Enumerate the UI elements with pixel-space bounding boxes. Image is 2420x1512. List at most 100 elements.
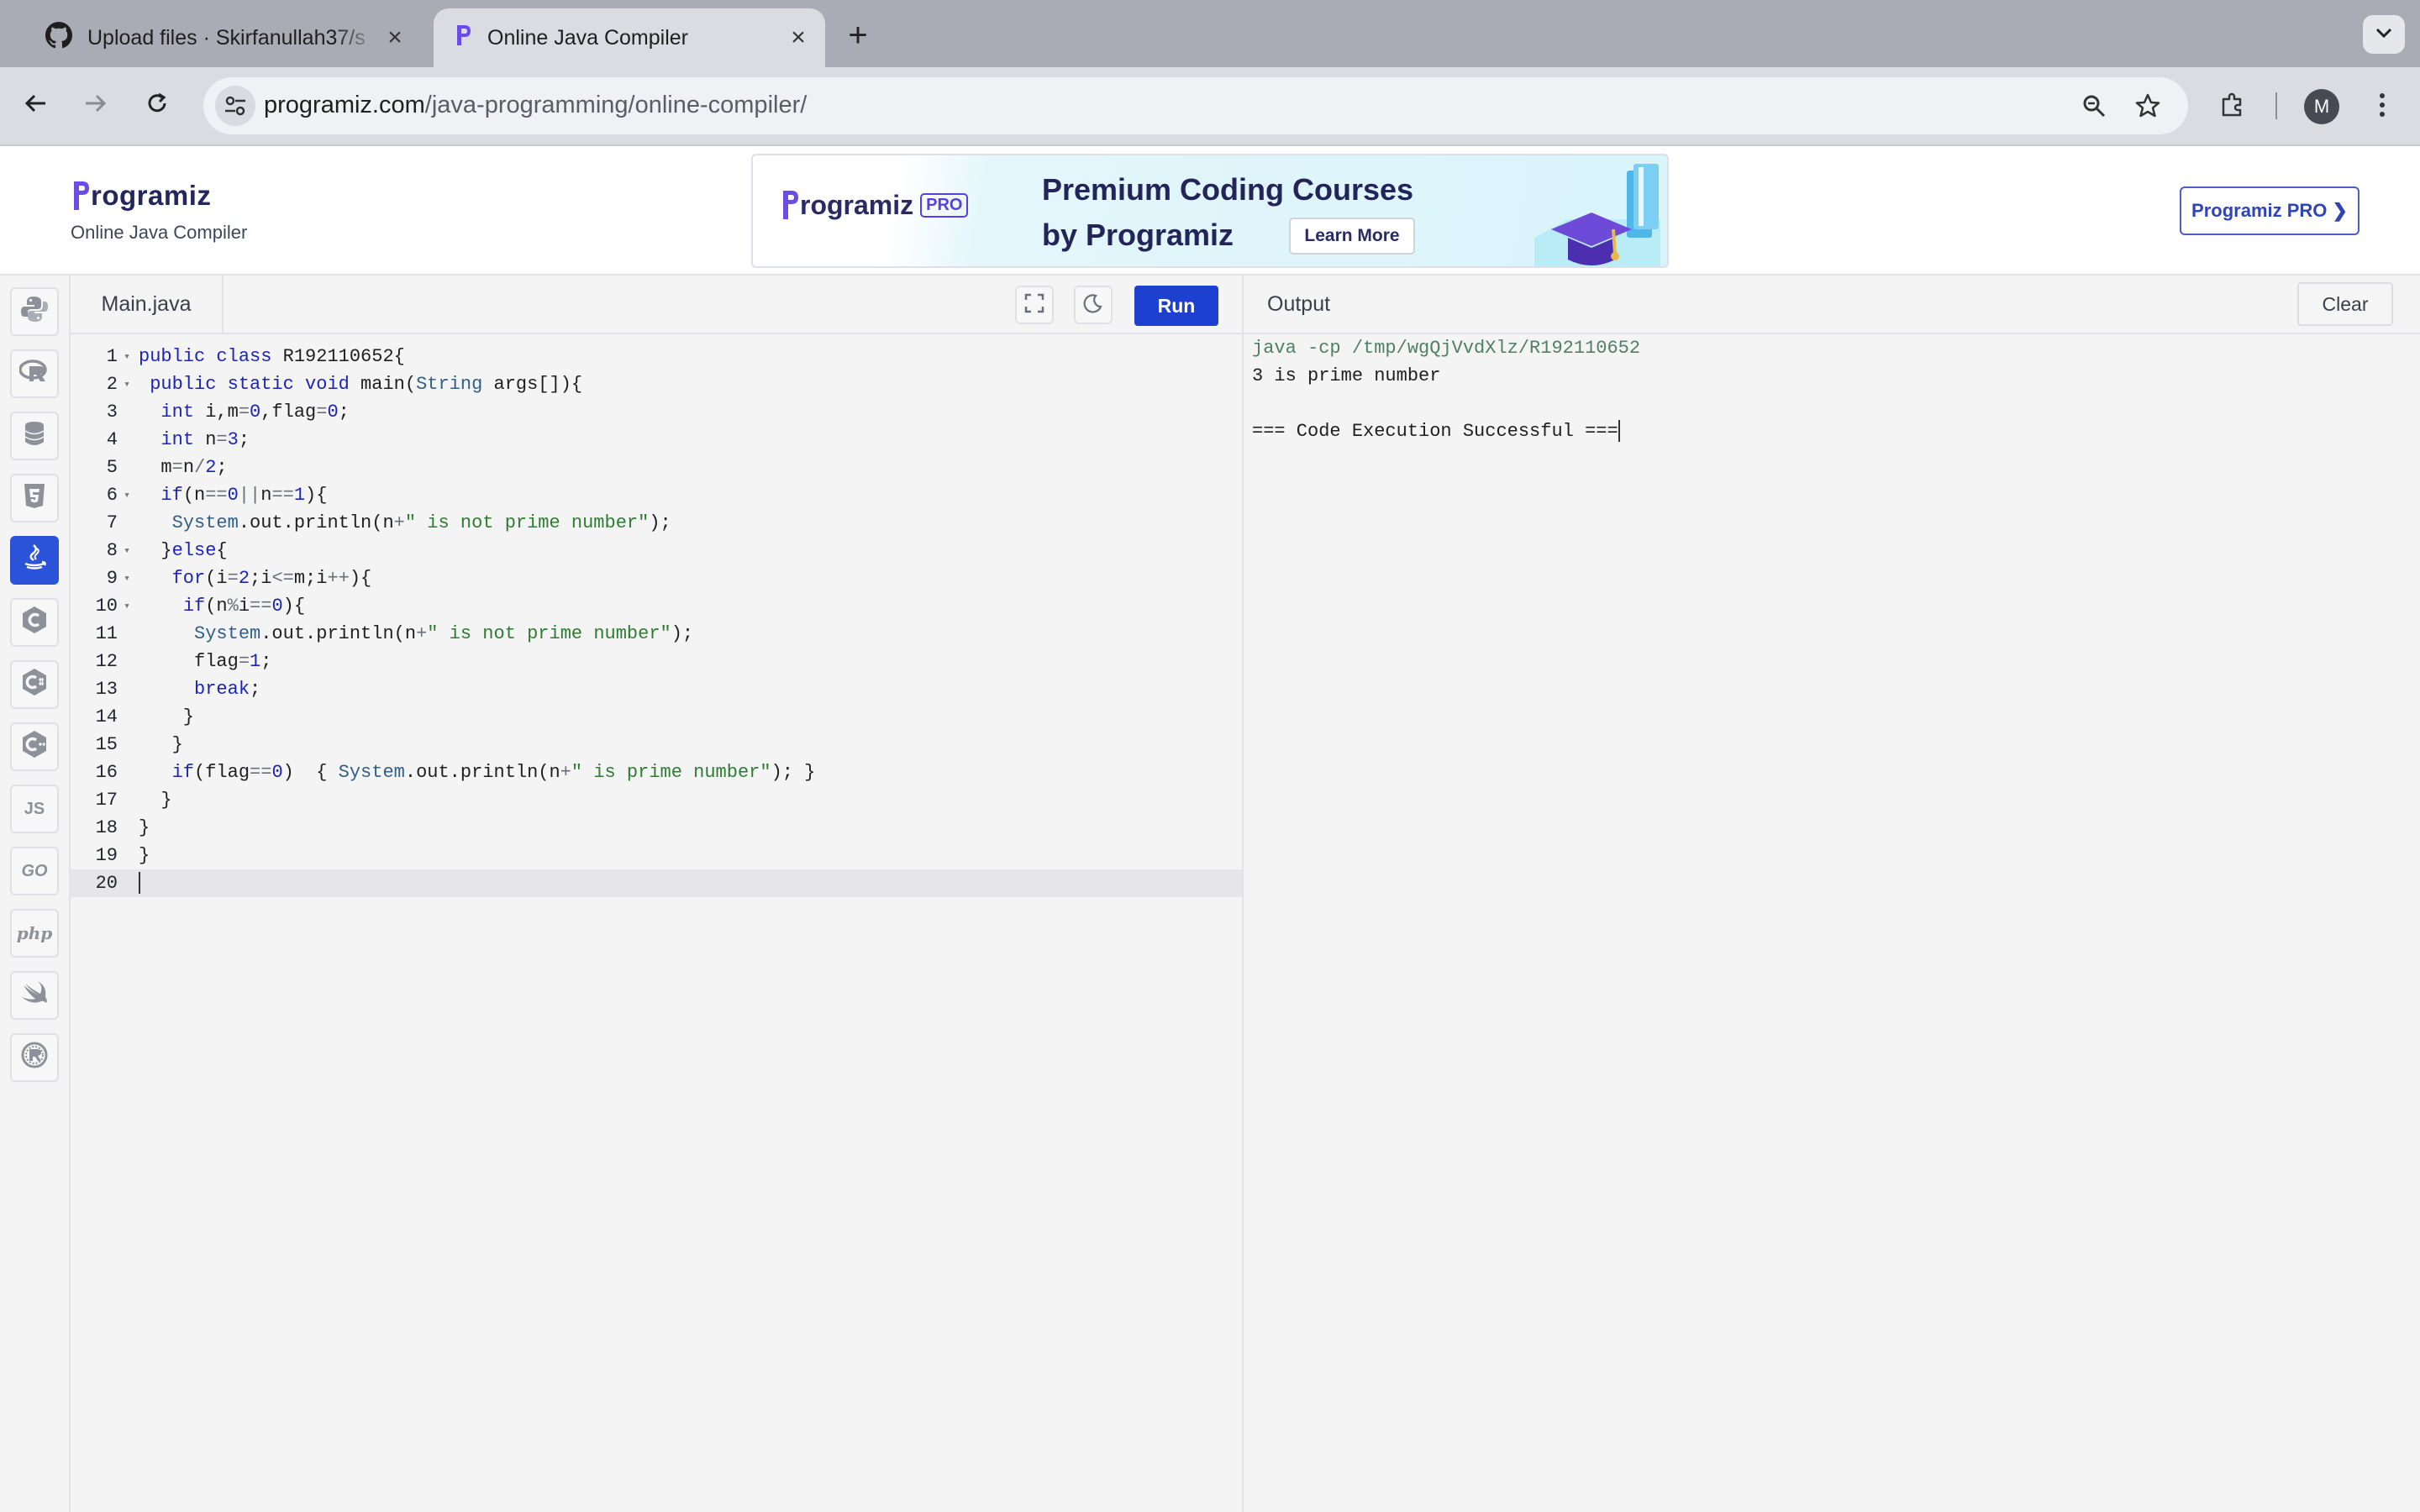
sidebar-item-sql[interactable]: [10, 412, 59, 460]
code-line[interactable]: 5 m=n/2;: [71, 454, 1242, 481]
site-info-icon[interactable]: [215, 86, 255, 126]
ad-banner[interactable]: rogramiz PRO Premium Coding Courses by P…: [751, 154, 1669, 268]
code-line[interactable]: 20: [71, 869, 1242, 897]
arrow-right-icon: [82, 91, 108, 120]
sidebar-item-c[interactable]: [10, 598, 59, 647]
line-number: 16: [95, 762, 118, 783]
page-subtitle: Online Java Compiler: [71, 222, 248, 243]
code-line[interactable]: 8 ▾ }else{: [71, 537, 1242, 564]
fullscreen-button[interactable]: [1015, 286, 1054, 324]
extensions-icon[interactable]: [2213, 86, 2252, 124]
line-number: 10: [95, 596, 118, 617]
code-text: public static void main(String args[]){: [150, 374, 583, 395]
fold-arrow-icon[interactable]: ▾: [121, 592, 133, 620]
sidebar-item-python[interactable]: [10, 287, 59, 336]
html5-icon: [23, 482, 46, 514]
sidebar-item-javascript[interactable]: JS: [10, 785, 59, 833]
sidebar-item-rust[interactable]: [10, 1033, 59, 1082]
zoom-icon[interactable]: [2077, 89, 2111, 123]
fold-arrow-icon[interactable]: ▾: [121, 564, 133, 592]
code-text: if(n==0||n==1){: [160, 485, 328, 506]
code-line[interactable]: 11 System.out.println(n+" is not prime n…: [71, 620, 1242, 648]
kebab-menu-icon[interactable]: [2363, 86, 2402, 124]
line-number: 5: [106, 457, 118, 478]
sidebar-item-go[interactable]: GO: [10, 847, 59, 895]
ad-programiz-pro-logo: rogramiz PRO: [781, 189, 969, 221]
ad-logo-text: rogramiz: [800, 189, 914, 220]
reload-icon: [145, 91, 170, 120]
url-text[interactable]: programiz.com/java-programming/online-co…: [264, 92, 807, 119]
sidebar-item-php[interactable]: php: [10, 909, 59, 958]
browser-tab-strip: Upload files · Skirfanullah37/s × Online…: [0, 0, 2420, 67]
code-line[interactable]: 1 ▾ public class R192110652{: [71, 343, 1242, 370]
tab-upload-files[interactable]: Upload files · Skirfanullah37/s ×: [17, 8, 422, 67]
fold-arrow-icon[interactable]: ▾: [121, 537, 133, 564]
address-bar[interactable]: programiz.com/java-programming/online-co…: [203, 77, 2188, 134]
output-line: === Code Execution Successful ===: [1252, 420, 1620, 443]
reload-button[interactable]: [138, 86, 176, 124]
sidebar-item-cpp[interactable]: [10, 722, 59, 771]
tab-search-button[interactable]: [2363, 15, 2405, 54]
code-line[interactable]: 7 System.out.println(n+" is not prime nu…: [71, 509, 1242, 537]
programiz-logo[interactable]: rogramiz: [72, 180, 211, 212]
url-path: /java-programming/online-compiler/: [424, 92, 808, 118]
code-text: flag=1;: [139, 651, 272, 672]
sidebar-item-swift[interactable]: [10, 971, 59, 1020]
python-icon: [20, 295, 49, 328]
code-area[interactable]: 1 ▾ public class R192110652{2 ▾ public stat…: [71, 343, 1242, 897]
sidebar-item-csharp[interactable]: [10, 660, 59, 709]
code-line[interactable]: 16 if(flag==0) { System.out.println(n+" …: [71, 759, 1242, 786]
chevron-down-icon: [2375, 27, 2393, 43]
php-icon: php: [16, 923, 53, 943]
code-line[interactable]: 18}: [71, 814, 1242, 842]
close-icon[interactable]: ×: [781, 24, 815, 52]
profile-avatar[interactable]: M: [2304, 89, 2339, 124]
fold-arrow-icon[interactable]: ▾: [121, 343, 133, 370]
clear-button[interactable]: Clear: [2297, 282, 2393, 326]
run-button[interactable]: Run: [1134, 286, 1218, 326]
code-line[interactable]: 6 ▾ if(n==0||n==1){: [71, 481, 1242, 509]
dark-mode-button[interactable]: [1074, 286, 1113, 324]
code-line[interactable]: 17 }: [71, 786, 1242, 814]
learn-more-button[interactable]: Learn More: [1289, 218, 1415, 255]
sidebar-item-r[interactable]: [10, 349, 59, 398]
programiz-pro-button[interactable]: Programiz PRO ❯: [2180, 186, 2360, 235]
code-line[interactable]: 12 flag=1;: [71, 648, 1242, 675]
code-line[interactable]: 3 int i,m=0,flag=0;: [71, 398, 1242, 426]
file-tab-main-java[interactable]: Main.java: [71, 276, 224, 333]
star-icon[interactable]: [2131, 89, 2165, 123]
tab-online-java-compiler[interactable]: Online Java Compiler ×: [434, 8, 825, 67]
code-line[interactable]: 2 ▾ public static void main(String args[]…: [71, 370, 1242, 398]
url-domain: programiz.com: [264, 92, 425, 118]
graduation-books-illustration: [1534, 160, 1660, 266]
ad-headline: Premium Coding Courses: [1042, 172, 1414, 207]
fold-arrow-icon[interactable]: ▾: [121, 370, 133, 398]
csharp-icon: [21, 668, 48, 701]
close-icon[interactable]: ×: [378, 24, 412, 52]
output-command-line: java -cp /tmp/wgQjVvdXlz/R192110652: [1252, 338, 1641, 359]
output-console[interactable]: java -cp /tmp/wgQjVvdXlz/R192110652 3 is …: [1252, 334, 1640, 445]
back-button[interactable]: [17, 86, 55, 124]
code-line[interactable]: 9 ▾ for(i=2;i<=m;i++){: [71, 564, 1242, 592]
sidebar-item-html[interactable]: [10, 474, 59, 522]
output-title: Output: [1267, 292, 1331, 316]
code-line[interactable]: 10 ▾ if(n%i==0){: [71, 592, 1242, 620]
line-number: 1: [106, 346, 118, 367]
forward-button[interactable]: [76, 86, 114, 124]
output-header: Output Clear: [1244, 276, 2420, 334]
sidebar-item-java[interactable]: [10, 536, 59, 585]
java-icon: [22, 543, 47, 577]
code-line[interactable]: 19}: [71, 842, 1242, 869]
line-number: 4: [106, 429, 118, 450]
line-number: 18: [95, 817, 118, 838]
code-line[interactable]: 4 int n=3;: [71, 426, 1242, 454]
text-caret: [139, 872, 140, 895]
code-line[interactable]: 15 }: [71, 731, 1242, 759]
line-number: 15: [95, 734, 118, 755]
code-line[interactable]: 13 break;: [71, 675, 1242, 703]
new-tab-button[interactable]: +: [837, 15, 879, 57]
fold-arrow-icon[interactable]: ▾: [121, 481, 133, 509]
code-line[interactable]: 14 }: [71, 703, 1242, 731]
c-icon: [21, 606, 48, 639]
